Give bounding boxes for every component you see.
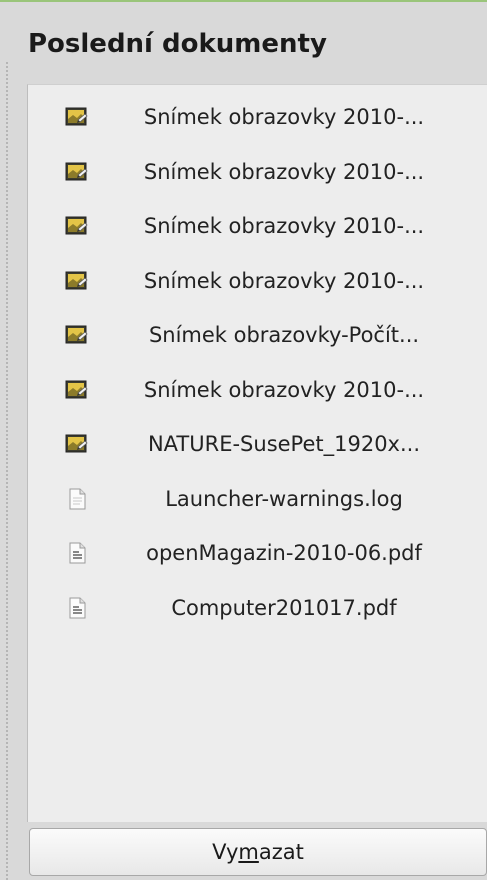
recent-document-item[interactable]: Launcher-warnings.log: [28, 479, 487, 519]
recent-document-item[interactable]: NATURE-SusePet_1920x...: [28, 424, 487, 464]
recent-document-label: Snímek obrazovky-Počít...: [148, 323, 420, 347]
image-file-icon: [65, 270, 89, 292]
image-file-icon: [65, 324, 89, 346]
recent-document-label: NATURE-SusePet_1920x...: [147, 432, 421, 456]
recent-document-label: Snímek obrazovky 2010-...: [143, 377, 425, 402]
clear-button-label-start: Vy: [212, 840, 239, 864]
image-file-icon: [65, 161, 89, 183]
recent-document-label: Snímek obrazovky 2010-...: [143, 159, 425, 184]
document-file-icon: [65, 542, 89, 564]
recent-document-item[interactable]: Snímek obrazovky 2010-...: [28, 206, 487, 246]
image-file-icon: [65, 106, 89, 128]
recent-document-item[interactable]: Computer201017.pdf: [28, 588, 487, 628]
image-file-icon: [65, 379, 89, 401]
clear-button-mnemonic: m: [238, 840, 259, 864]
recent-document-item[interactable]: Snímek obrazovky 2010-...: [28, 261, 487, 301]
clear-button-label-end: azat: [258, 840, 304, 864]
text-file-icon: [65, 488, 89, 510]
image-file-icon: [65, 215, 89, 237]
recent-document-label: Computer201017.pdf: [171, 595, 397, 620]
recent-document-item[interactable]: Snímek obrazovky 2010-...: [28, 97, 487, 137]
recent-document-item[interactable]: openMagazin-2010-06.pdf: [28, 533, 487, 573]
panel-resize-edge[interactable]: [6, 62, 8, 880]
recent-document-item[interactable]: Snímek obrazovky 2010-...: [28, 152, 487, 192]
recent-documents-panel: Poslední dokumenty Snímek obrazovky 2010…: [0, 0, 487, 880]
image-file-icon: [65, 433, 89, 455]
recent-document-item[interactable]: Snímek obrazovky 2010-...: [28, 370, 487, 410]
recent-document-item[interactable]: Snímek obrazovky-Počít...: [28, 315, 487, 355]
clear-button[interactable]: Vymazat: [29, 828, 487, 876]
recent-document-label: Snímek obrazovky 2010-...: [143, 268, 425, 293]
recent-document-label: Snímek obrazovky 2010-...: [143, 214, 425, 238]
recent-document-label: Snímek obrazovky 2010-...: [143, 105, 425, 129]
panel-title: Poslední dokumenty: [28, 29, 327, 59]
recent-document-label: Launcher-warnings.log: [165, 486, 403, 511]
document-file-icon: [65, 597, 89, 619]
recent-documents-list: Snímek obrazovky 2010-... Snímek obrazovk…: [27, 84, 487, 822]
recent-document-label: openMagazin-2010-06.pdf: [146, 541, 422, 565]
